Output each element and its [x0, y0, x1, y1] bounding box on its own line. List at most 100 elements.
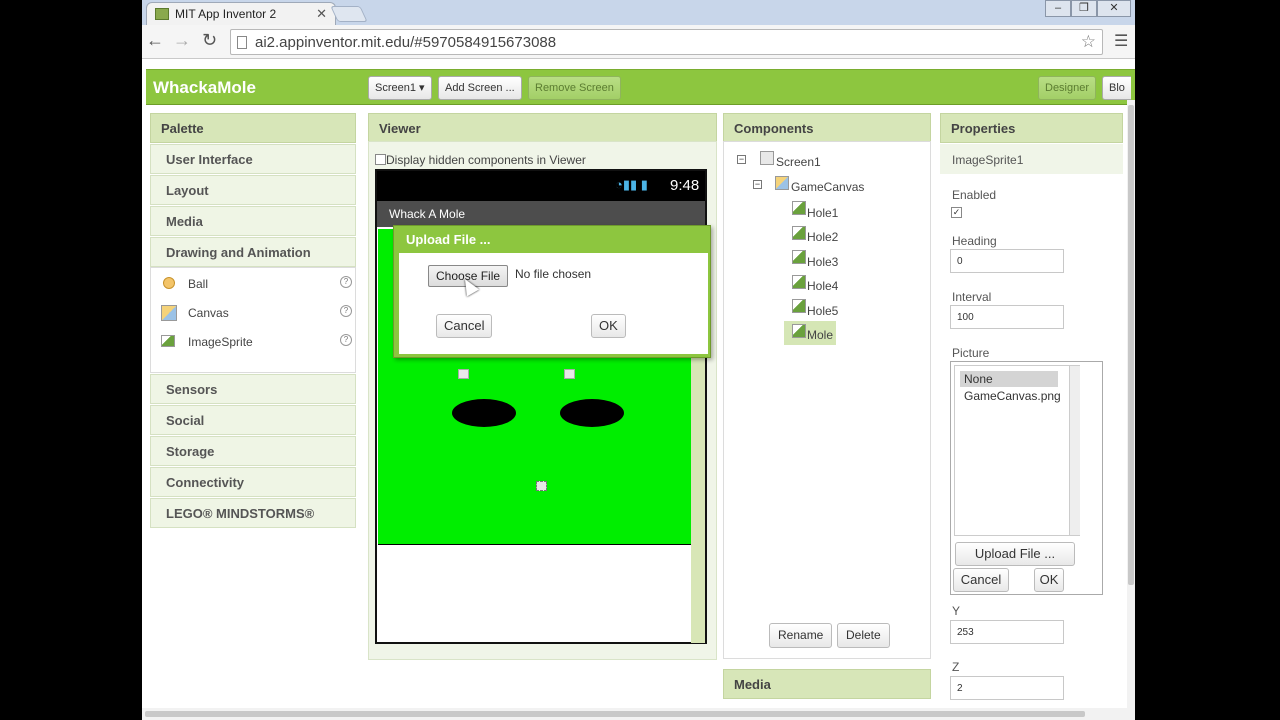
scroll-thumb[interactable] [1128, 105, 1134, 585]
palette-category-sensors[interactable]: Sensors [150, 374, 356, 404]
bookmark-star-icon[interactable]: ☆ [1081, 32, 1096, 52]
palette-category-media[interactable]: Media [150, 206, 356, 236]
enabled-label: Enabled [952, 188, 997, 202]
y-label: Y [952, 604, 961, 618]
help-icon[interactable]: ? [340, 334, 352, 346]
palette-item-label: ImageSprite [188, 335, 253, 349]
properties-header: Properties [940, 113, 1123, 143]
tree-item-hole4[interactable]: Hole4 [807, 279, 838, 293]
picture-cancel-button[interactable]: Cancel [953, 568, 1009, 592]
delete-button[interactable]: Delete [837, 623, 890, 648]
selected-component-name: ImageSprite1 [940, 144, 1123, 174]
rename-button[interactable]: Rename [769, 623, 833, 648]
new-tab-button[interactable] [330, 6, 368, 22]
help-icon[interactable]: ? [340, 305, 352, 317]
picture-list[interactable]: None GameCanvas.png [954, 365, 1080, 536]
y-input[interactable]: 253 [950, 620, 1064, 644]
remove-screen-button[interactable]: Remove Screen [528, 76, 621, 100]
dialog-body: Choose File No file chosen Cancel OK [399, 253, 708, 354]
back-arrow-icon[interactable]: ← [146, 30, 164, 51]
add-screen-button[interactable]: Add Screen ... [438, 76, 522, 100]
hidden-components-option[interactable]: Display hidden components in Viewer [375, 153, 586, 167]
screen-icon [760, 151, 774, 165]
collapse-icon[interactable]: − [737, 155, 746, 164]
help-icon[interactable]: ? [340, 276, 352, 288]
tree-item-mole[interactable]: Mole [807, 328, 833, 342]
picture-ok-button[interactable]: OK [1034, 568, 1064, 592]
canvas-icon [775, 176, 789, 190]
app-inventor-favicon-icon [155, 8, 169, 20]
close-tab-icon[interactable]: ✕ [316, 6, 327, 22]
palette-item-ball[interactable]: Ball ? [151, 271, 357, 299]
hole-sprite-icon[interactable] [564, 369, 575, 379]
minimize-window-button[interactable]: – [1045, 0, 1071, 17]
phone-clock: 9:48 [670, 177, 700, 194]
interval-input[interactable]: 100 [950, 305, 1064, 329]
page-icon [237, 35, 247, 49]
phone-status-bar: ◔▮▮ ▮ 9:48 [377, 171, 705, 201]
palette-category-layout[interactable]: Layout [150, 175, 356, 205]
app-title-bar: Whack A Mole [377, 201, 705, 227]
imagesprite-icon [161, 335, 175, 347]
browser-menu-icon[interactable]: ☰ [1114, 31, 1128, 51]
designer-button[interactable]: Designer [1038, 76, 1097, 100]
picture-chooser: None GameCanvas.png Upload File ... Canc… [950, 361, 1103, 595]
palette-item-imagesprite[interactable]: ImageSprite ? [151, 329, 357, 357]
collapse-icon[interactable]: − [753, 180, 762, 189]
no-file-label: No file chosen [515, 267, 592, 281]
page-horizontal-scrollbar[interactable] [142, 708, 1127, 720]
palette-category-lego[interactable]: LEGO® MINDSTORMS® [150, 498, 356, 528]
palette-item-canvas[interactable]: Canvas ? [151, 300, 357, 328]
screen-select-button[interactable]: Screen1 ▾ [368, 76, 432, 100]
browser-tab[interactable]: MIT App Inventor 2 ✕ [146, 2, 336, 25]
z-input[interactable]: 2 [950, 676, 1064, 700]
dialog-ok-button[interactable]: OK [591, 314, 626, 338]
palette-item-label: Ball [188, 277, 209, 291]
dialog-cancel-button[interactable]: Cancel [436, 314, 493, 338]
upload-file-button[interactable]: Upload File ... [955, 542, 1075, 566]
canvas-icon [161, 305, 177, 321]
url-text: ai2.appinventor.mit.edu/#597058491567308… [255, 33, 557, 51]
tree-item-hole1[interactable]: Hole1 [807, 206, 838, 220]
forward-arrow-icon[interactable]: → [173, 30, 191, 51]
imagesprite-icon [792, 324, 806, 338]
viewer-header: Viewer [368, 113, 717, 143]
palette-category-connectivity[interactable]: Connectivity [150, 467, 356, 497]
reload-icon[interactable]: ↻ [202, 30, 217, 51]
heading-input[interactable]: 0 [950, 249, 1064, 273]
close-window-button[interactable]: ✕ [1097, 0, 1131, 17]
upload-file-dialog: Upload File ... Choose File No file chos… [393, 225, 711, 358]
tree-item-gamecanvas[interactable]: GameCanvas [791, 180, 864, 194]
imagesprite-icon [792, 275, 806, 289]
scroll-thumb[interactable] [145, 711, 1085, 717]
palette-items-list: Ball ? Canvas ? ImageSprite ? [150, 267, 356, 373]
imagesprite-icon [792, 226, 806, 240]
restore-window-button[interactable]: ❐ [1071, 0, 1097, 17]
hole-graphic [560, 399, 624, 427]
tree-item-hole3[interactable]: Hole3 [807, 255, 838, 269]
components-header: Components [723, 113, 931, 143]
palette-category-storage[interactable]: Storage [150, 436, 356, 466]
tree-item-hole5[interactable]: Hole5 [807, 304, 838, 318]
signal-battery-icon: ◔▮▮ ▮ [615, 177, 648, 192]
palette-category-drawing-animation[interactable]: Drawing and Animation [150, 237, 356, 267]
project-name: WhackaMole [153, 78, 256, 97]
tree-item-hole2[interactable]: Hole2 [807, 230, 838, 244]
picture-option-none[interactable]: None [960, 371, 1058, 387]
palette-category-social[interactable]: Social [150, 405, 356, 435]
hole-sprite-icon[interactable] [458, 369, 469, 379]
palette-category-user-interface[interactable]: User Interface [150, 144, 356, 174]
page-vertical-scrollbar[interactable] [1127, 100, 1135, 720]
mole-sprite-icon[interactable] [536, 481, 547, 491]
toolbar: ← → ↻ ai2.appinventor.mit.edu/#597058491… [142, 25, 1135, 59]
blocks-button[interactable]: Blo [1102, 76, 1131, 100]
media-header: Media [723, 669, 931, 699]
browser-window: MIT App Inventor 2 ✕ – ❐ ✕ ← → ↻ ai2.app… [142, 0, 1135, 720]
imagesprite-icon [792, 299, 806, 313]
hidden-components-checkbox[interactable] [375, 154, 386, 165]
tree-item-screen1[interactable]: Screen1 [776, 155, 821, 169]
enabled-checkbox[interactable]: ✓ [951, 207, 962, 218]
picture-option-gamecanvas[interactable]: GameCanvas.png [960, 388, 1061, 404]
address-bar[interactable]: ai2.appinventor.mit.edu/#597058491567308… [230, 29, 1103, 55]
picture-list-scrollbar[interactable] [1069, 366, 1080, 535]
